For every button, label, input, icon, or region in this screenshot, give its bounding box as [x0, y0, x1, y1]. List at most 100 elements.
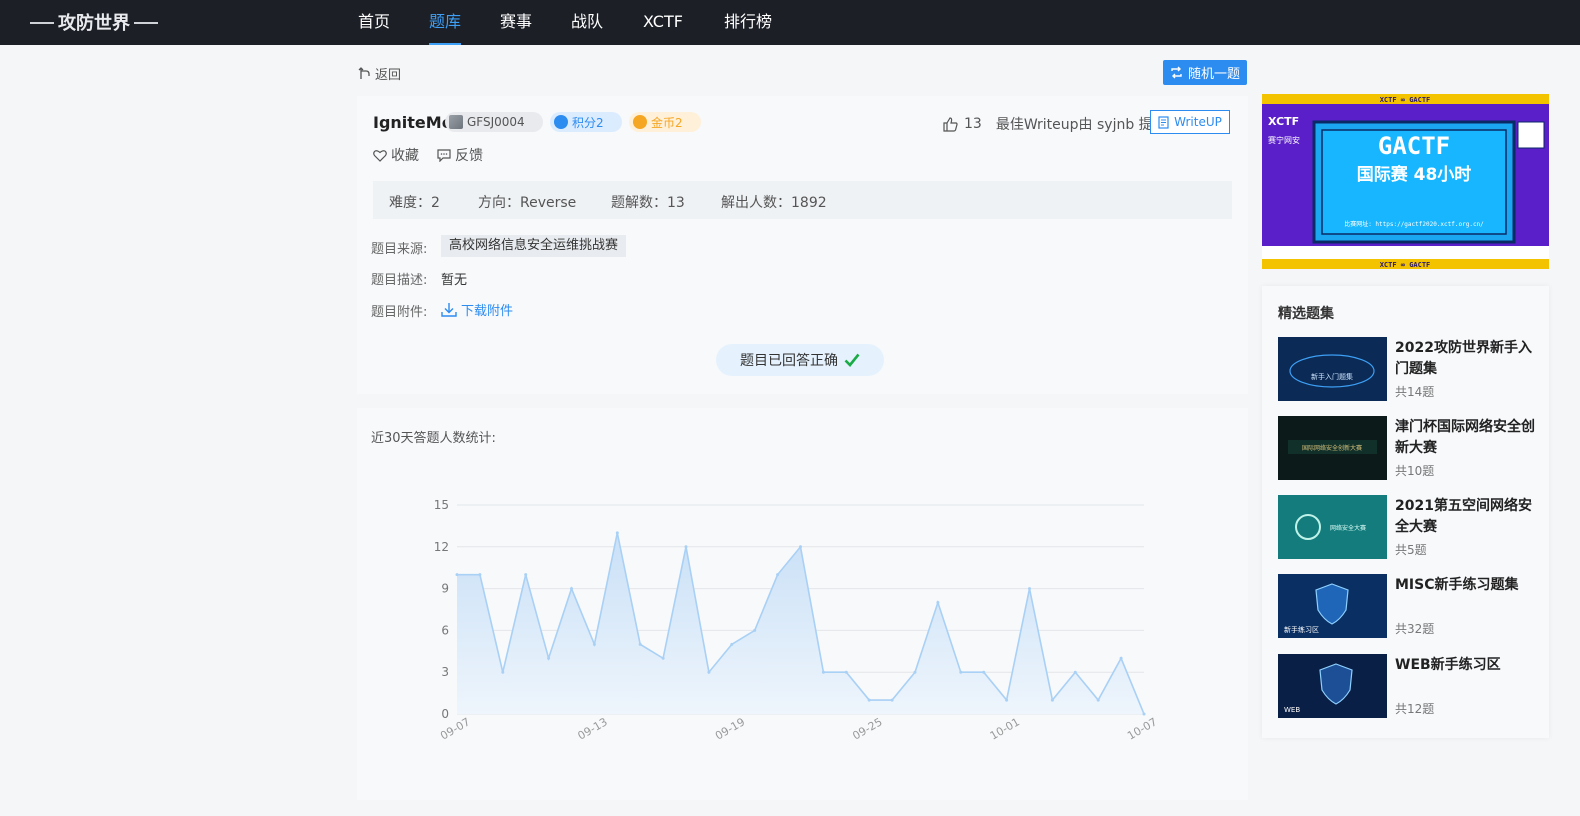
set-name: 2022攻防世界新手入门题集 [1395, 340, 1532, 377]
y-tick-label: 6 [441, 623, 449, 637]
svg-text:攻防世界: 攻防世界 [58, 12, 130, 34]
heart-icon [373, 149, 387, 162]
challenge-code: GFSJ0004 [467, 115, 525, 129]
banner-url: 比赛网址: https://gactf2020.xctf.org.cn/ [1344, 220, 1484, 228]
set-name: MISC新手练习题集 [1395, 577, 1519, 593]
chart-point [1142, 712, 1146, 716]
chart-point [753, 628, 757, 632]
attachment-label: 题目附件: [371, 305, 428, 320]
set-thumbnail: WEB [1278, 654, 1387, 718]
y-tick-label: 12 [434, 540, 449, 554]
stats-bar: 难度：2 方向：Reverse 题解数：13 解出人数：1892 [373, 181, 1232, 219]
favorite-button[interactable]: 收藏 [373, 145, 419, 165]
chart-point [661, 656, 665, 660]
likes-count: 13 [964, 116, 982, 132]
description-value: 暂无 [441, 273, 468, 288]
chart-point [478, 573, 482, 577]
chart-point [730, 642, 734, 646]
stat-solvers: 解出人数：1892 [721, 195, 827, 211]
nav-problem-bank[interactable]: 题库 [429, 0, 462, 45]
set-item[interactable]: 网络安全大赛 2021第五空间网络安全大赛 共5题 [1278, 495, 1538, 559]
set-item[interactable]: 国际网络安全创新大赛 津门杯国际网络安全创新大赛 共10题 [1278, 416, 1538, 480]
chart-point [776, 573, 780, 577]
set-item[interactable]: 新手练习区 MISC新手练习题集 共32题 [1278, 574, 1538, 638]
set-thumbnail: 国际网络安全创新大赛 [1278, 416, 1387, 480]
chart-point [867, 698, 871, 702]
chart-point [799, 545, 802, 549]
writeup-button[interactable]: WriteUP [1150, 110, 1230, 134]
nav-xctf[interactable]: XCTF [643, 0, 683, 45]
gold-badge: 金币2 [629, 112, 701, 132]
download-attachment-link[interactable]: 下载附件 [441, 300, 513, 319]
feedback-icon [437, 148, 451, 162]
gactf-banner[interactable]: XCTF ∞ GACTF XCTF ∞ GACTF XCTF 赛宁网安 GACT… [1262, 94, 1549, 269]
answered-correct-status: 题目已回答正确 [716, 344, 884, 376]
set-name: 津门杯国际网络安全创新大赛 [1395, 419, 1535, 456]
set-thumb-text: 新手练习区 [1284, 625, 1319, 634]
chart-point [913, 670, 917, 674]
back-link[interactable]: 返回 [358, 64, 401, 83]
source-value: 高校网络信息安全运维挑战赛 [441, 235, 627, 257]
chart-point [684, 545, 688, 549]
return-icon [358, 67, 370, 79]
source-label: 题目来源: [371, 242, 428, 257]
chart-point [592, 642, 596, 646]
document-icon [1158, 115, 1169, 129]
chart-point [1005, 698, 1009, 702]
stat-writeups: 题解数：13 [611, 195, 685, 211]
chart-point [890, 698, 894, 702]
set-thumbnail: 新手入门题集 [1278, 337, 1387, 401]
stat-difficulty: 难度：2 [389, 195, 440, 211]
random-problem-button[interactable]: 随机一题 [1163, 60, 1247, 85]
chart-point [570, 587, 573, 591]
set-item[interactable]: WEB WEB新手练习区 共12题 [1278, 654, 1538, 718]
chart-point [455, 573, 459, 577]
chart-point [982, 670, 986, 674]
nav-teams[interactable]: 战队 [571, 0, 603, 45]
set-name: 2021第五空间网络安全大赛 [1395, 498, 1532, 535]
challenge-code-badge: GFSJ0004 [445, 112, 543, 132]
nav-home[interactable]: 首页 [358, 0, 390, 45]
challenge-card: IgniteMe GFSJ0004 积分2 金币2 13 最佳Writeup由 … [357, 96, 1248, 394]
y-tick-label: 3 [441, 665, 449, 679]
check-icon [844, 353, 860, 367]
likes-area: 13 最佳Writeup由 syjnb 提供 [943, 114, 1167, 134]
y-tick-label: 0 [441, 707, 449, 721]
x-tick-label: 10-01 [988, 715, 1022, 742]
set-count: 共5题 [1395, 543, 1427, 557]
chart-point [1050, 698, 1054, 702]
feedback-button[interactable]: 反馈 [437, 145, 483, 165]
set-item[interactable]: 新手入门题集 2022攻防世界新手入门题集 共14题 [1278, 337, 1538, 401]
code-icon [449, 115, 463, 129]
chart-card: 近30天答题人数统计: 0 3 6 9 12 15 09-07 09-13 09-19 09-25… [357, 408, 1248, 800]
status-text: 题目已回答正确 [740, 353, 838, 369]
set-count: 共14题 [1395, 385, 1435, 399]
thumbs-up-icon[interactable] [943, 116, 958, 132]
set-count: 共10题 [1395, 464, 1435, 478]
y-tick-label: 9 [441, 582, 449, 596]
download-icon [441, 303, 457, 317]
chart-point [1096, 698, 1100, 702]
score-icon [554, 115, 568, 129]
set-thumb-text: 网络安全大赛 [1330, 524, 1366, 532]
score-badge: 积分2 [550, 112, 622, 132]
chart-point [615, 531, 619, 535]
set-thumbnail: 新手练习区 [1278, 574, 1387, 638]
set-thumb-text: WEB [1284, 706, 1300, 714]
chart-point [1028, 587, 1031, 591]
coin-icon [633, 115, 647, 129]
favorite-label: 收藏 [391, 148, 419, 164]
nav-leaderboard[interactable]: 排行榜 [724, 0, 772, 45]
banner-headline: GACTF [1378, 132, 1450, 160]
x-tick-label: 10-07 [1125, 715, 1159, 742]
writeup-label: WriteUP [1174, 115, 1222, 129]
featured-sets-panel: 精选题集 新手入门题集 2022攻防世界新手入门题集 共14题 国际网络安全创新… [1262, 286, 1549, 738]
random-label: 随机一题 [1187, 67, 1240, 82]
nav-contests[interactable]: 赛事 [500, 0, 532, 45]
banner-brand: XCTF [1268, 115, 1299, 128]
chart-point [1119, 656, 1123, 660]
set-count: 共32题 [1395, 622, 1435, 636]
site-logo[interactable]: 攻防世界 [30, 8, 158, 38]
banner-strip-top: XCTF ∞ GACTF [1380, 96, 1431, 104]
x-tick-label: 09-25 [850, 715, 884, 742]
